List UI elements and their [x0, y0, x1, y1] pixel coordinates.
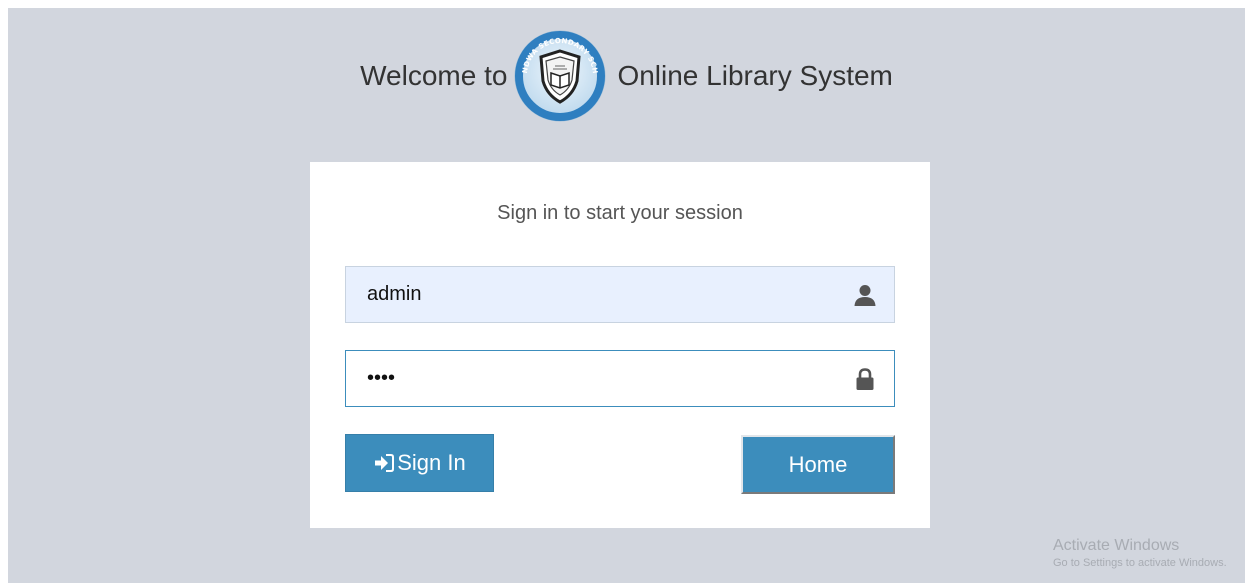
username-input[interactable] [346, 267, 894, 322]
home-button[interactable]: Home [741, 435, 895, 494]
sign-in-label: Sign In [397, 450, 466, 475]
windows-activation-watermark: Activate Windows Go to Settings to activ… [1053, 536, 1227, 570]
login-box-message: Sign in to start your session [497, 202, 743, 224]
watermark-title: Activate Windows [1053, 537, 1180, 554]
system-name: Online Library System [617, 60, 893, 91]
lock-icon [856, 368, 874, 390]
watermark-subtitle: Go to Settings to activate Windows. [1053, 557, 1227, 569]
school-logo: LWANDWA SECONDARY SCHOOL [513, 29, 606, 122]
password-field [345, 350, 895, 407]
user-icon [854, 285, 876, 306]
login-box: Sign in to start your session Sign In Ho… [310, 162, 930, 528]
password-input[interactable] [346, 351, 894, 406]
welcome-text: Welcome to [360, 60, 508, 91]
login-page: Welcome to LWANDWA SECONDARY SCHOOL Onli… [8, 8, 1245, 583]
sign-in-button[interactable]: Sign In [345, 434, 494, 492]
username-field [345, 266, 895, 323]
page-header: Welcome to LWANDWA SECONDARY SCHOOL Onli… [8, 26, 1245, 126]
sign-in-icon [375, 454, 395, 472]
